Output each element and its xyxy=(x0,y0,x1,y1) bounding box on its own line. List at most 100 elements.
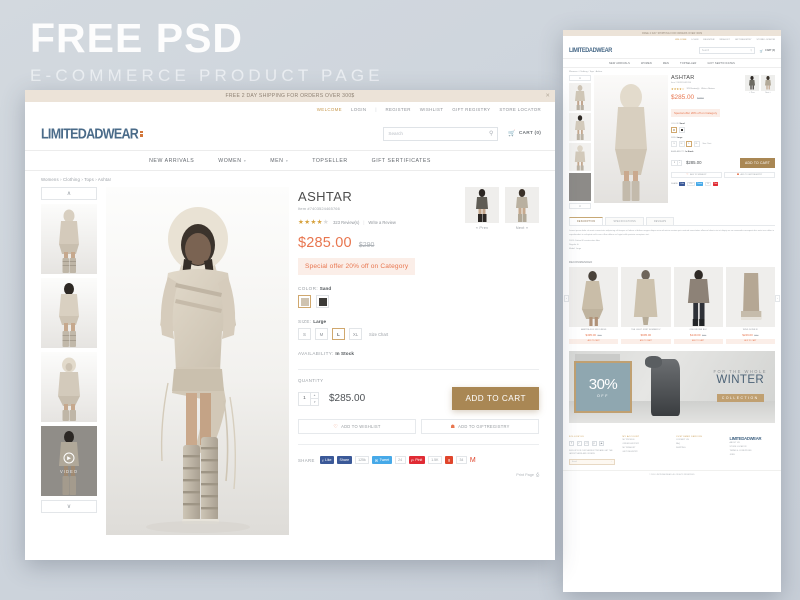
prev-product[interactable]: « Prev xyxy=(465,187,499,230)
announcement-close-icon[interactable]: ✕ xyxy=(545,93,550,99)
side-add-to-cart-button[interactable]: ADD TO CART xyxy=(740,157,775,168)
side-qty-down-icon[interactable]: ▾ xyxy=(678,163,681,165)
side-util-wishlist[interactable]: WISHLIST xyxy=(719,39,729,41)
side-tab-reviews[interactable]: REVIEWS xyxy=(645,217,675,225)
quantity-value[interactable]: 1 xyxy=(299,393,310,405)
thumbnail-1[interactable] xyxy=(41,204,97,274)
nav-item-topseller[interactable]: TOPSELLER xyxy=(312,158,347,164)
util-store-locator[interactable]: STORE LOCATOR xyxy=(499,107,541,112)
side-add-to-giftregistry-button[interactable]: ☗ ADD TO GIFTREGISTRY xyxy=(724,171,775,178)
util-login[interactable]: LOGIN xyxy=(351,107,366,112)
side-logo[interactable]: LIMITEDADWEAR xyxy=(569,47,612,54)
nav-item-men[interactable]: MEN ▾ xyxy=(270,158,288,164)
side-write-review[interactable]: Write a Review xyxy=(701,88,714,90)
side-facebook-like-button[interactable]: Like xyxy=(679,182,686,186)
email-share-icon[interactable]: M xyxy=(470,457,476,464)
quantity-stepper[interactable]: 1 ▴ ▾ xyxy=(298,391,319,406)
util-gift-registry[interactable]: GIFT REGISTRY xyxy=(452,107,490,112)
side-rec-2-add-button[interactable]: ADD TO CART xyxy=(621,338,671,344)
side-nav-men[interactable]: MEN xyxy=(663,62,669,65)
swatch-sand[interactable] xyxy=(298,295,311,308)
side-rec-1-add-button[interactable]: ADD TO CART xyxy=(569,338,619,344)
write-review-link[interactable]: Write a Review xyxy=(368,220,395,225)
swatch-charcoal[interactable] xyxy=(316,295,329,308)
side-recommended-item-4[interactable]: WIND DOWN III $249.00 $310 ADD TO CART xyxy=(725,266,775,344)
side-size-s[interactable]: S xyxy=(671,141,677,147)
side-next-product[interactable]: Next » xyxy=(761,75,775,94)
side-nav-new-arrivals[interactable]: NEW ARRIVALS xyxy=(609,62,630,65)
search-input[interactable]: Search ⚲ xyxy=(383,126,499,141)
thumbnail-video[interactable]: ▶ VIDEO xyxy=(41,426,97,496)
side-rec-3-add-button[interactable]: ADD TO CART xyxy=(673,338,723,344)
site-logo[interactable]: LIMITEDADWEAR xyxy=(41,125,143,142)
side-util-register[interactable]: REGISTER xyxy=(703,39,714,41)
side-swatch-charcoal[interactable] xyxy=(679,127,685,133)
side-tab-specifications[interactable]: SPECIFICATIONS xyxy=(605,217,644,225)
pinterest-pin-button[interactable]: P Pinit xyxy=(408,456,425,464)
footer-link-gift-registry[interactable]: GIFT REGISTRY xyxy=(623,450,669,454)
review-count[interactable]: 323 Review(s) xyxy=(333,220,359,225)
side-breadcrumb[interactable]: Womens › Clothing › Tops › Ashtar xyxy=(563,68,781,75)
play-icon[interactable]: ▶ xyxy=(63,452,75,464)
add-to-cart-button[interactable]: ADD TO CART xyxy=(452,387,539,410)
side-rec-4-add-button[interactable]: ADD TO CART xyxy=(725,338,775,344)
quantity-down-icon[interactable]: ▾ xyxy=(311,399,318,405)
twitter-icon[interactable]: t xyxy=(576,440,582,446)
util-register[interactable]: REGISTER xyxy=(386,107,411,112)
side-carousel-next[interactable]: › xyxy=(775,294,780,302)
side-review-count[interactable]: 323 Review(s) xyxy=(686,88,699,90)
size-chart-link[interactable]: Size Chart xyxy=(369,332,388,337)
side-recommended-item-1[interactable]: MANTRA SILK MIX DRESS $495.00 $590 ADD TO… xyxy=(569,266,619,344)
side-twitter-button[interactable]: Tweet xyxy=(696,182,704,186)
add-to-giftregistry-button[interactable]: ☗ ADD TO GIFTREGISTRY xyxy=(421,419,539,434)
side-size-xl[interactable]: XL xyxy=(693,141,700,147)
hero-image[interactable] xyxy=(106,187,289,535)
side-thumbnail-1[interactable] xyxy=(569,83,591,111)
size-option-s[interactable]: S xyxy=(298,328,311,340)
facebook-like-button[interactable]: f Like xyxy=(319,456,335,464)
side-search-input[interactable]: Search ⚲ xyxy=(698,47,755,54)
side-nav-topseller[interactable]: TOPSELLER xyxy=(680,62,696,65)
google-plus-button[interactable]: g xyxy=(444,456,453,464)
side-thumbnail-3[interactable] xyxy=(569,143,591,171)
footer-link-shipping[interactable]: SHIPPING xyxy=(676,446,722,450)
pinterest-icon[interactable]: p xyxy=(591,440,597,446)
side-thumbnail-video[interactable] xyxy=(569,173,591,201)
side-size-m[interactable]: M xyxy=(678,141,685,147)
side-size-l[interactable]: L xyxy=(686,141,692,147)
side-nav-women[interactable]: WOMEN xyxy=(641,62,652,65)
side-size-chart-link[interactable]: Size Chart xyxy=(703,143,712,145)
side-add-to-wishlist-button[interactable]: ♡ ADD TO WISHLIST xyxy=(671,171,722,178)
cart-button[interactable]: 🛒 CART (0) xyxy=(508,130,541,137)
facebook-icon[interactable]: f xyxy=(569,440,574,446)
thumb-down-arrow[interactable]: ∨ xyxy=(41,500,97,513)
side-carousel-prev[interactable]: ‹ xyxy=(564,294,569,302)
footer-newsletter-input[interactable]: Email › xyxy=(569,458,615,465)
search-icon[interactable]: ⚲ xyxy=(489,130,493,137)
side-util-gift-registry[interactable]: GIFT REGISTRY xyxy=(735,39,752,41)
instagram-icon[interactable]: ☐ xyxy=(584,440,589,446)
footer-newsletter-submit[interactable]: › xyxy=(611,461,612,463)
side-cart-button[interactable]: 🛒 CART (0) xyxy=(760,49,775,53)
side-pinterest-button[interactable]: Pinit xyxy=(712,182,719,186)
size-option-l[interactable]: L xyxy=(332,328,345,340)
size-option-xl[interactable]: XL xyxy=(349,328,362,340)
side-tab-description[interactable]: DESCRIPTION xyxy=(569,217,604,225)
side-nav-gift-sertificates[interactable]: GIFT SERTIFICATES xyxy=(708,62,735,65)
thumb-up-arrow[interactable]: ∧ xyxy=(41,187,97,200)
side-hero-image[interactable] xyxy=(594,75,668,203)
nav-item-women[interactable]: WOMEN ▾ xyxy=(218,158,246,164)
footer-link-jobs[interactable]: JOBS xyxy=(730,453,776,457)
youtube-icon[interactable]: ▶ xyxy=(599,440,604,446)
side-swatch-sand[interactable] xyxy=(671,127,677,133)
thumbnail-3[interactable] xyxy=(41,352,97,422)
side-recommended-item-3[interactable]: ODE BROWN BLK $149.00 $190 ADD TO CART xyxy=(673,266,723,344)
thumbnail-2[interactable] xyxy=(41,278,97,348)
util-wishlist[interactable]: WISHLIST xyxy=(420,107,444,112)
side-util-login[interactable]: LOGIN xyxy=(691,39,698,41)
add-to-wishlist-button[interactable]: ♡ ADD TO WISHLIST xyxy=(298,419,416,434)
facebook-share-button[interactable]: Share xyxy=(337,456,352,464)
side-util-store-locator[interactable]: STORE LOCATOR xyxy=(757,39,775,41)
twitter-tweet-button[interactable]: ✉ Tweet xyxy=(372,456,392,464)
print-page-row[interactable]: Print Page ⎙ xyxy=(298,473,539,477)
